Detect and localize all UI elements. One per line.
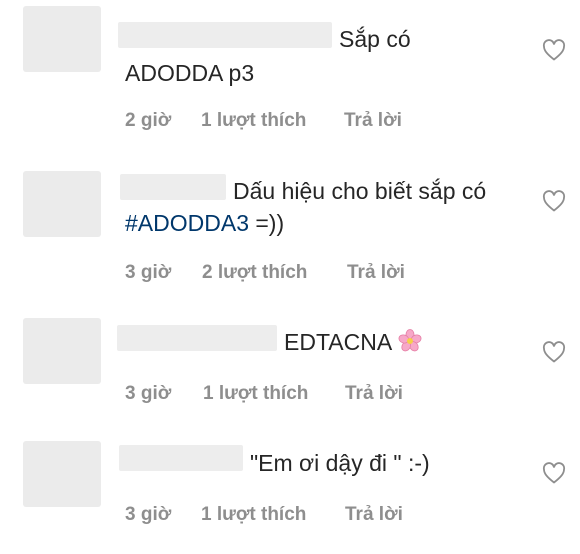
comment-text: EDTACNA: [284, 325, 422, 359]
flower-emoji: [398, 329, 422, 352]
like-count[interactable]: 2 lượt thích: [202, 262, 347, 284]
reply-button[interactable]: Trả lời: [344, 110, 402, 132]
heart-icon[interactable]: [542, 341, 566, 363]
hashtag-link[interactable]: #ADODDA3: [125, 210, 249, 236]
comment-text: #ADODDA3 =)): [125, 206, 284, 240]
comment-text: Sắp có: [339, 26, 411, 52]
comment-meta: 3 giờ 2 lượt thích Trả lời: [125, 262, 405, 284]
avatar[interactable]: [23, 171, 101, 237]
comment-meta: 3 giờ 1 lượt thích Trả lời: [125, 383, 403, 405]
comment-time[interactable]: 3 giờ: [125, 262, 202, 284]
comment-text-content: EDTACNA: [284, 329, 393, 355]
comment-meta: 2 giờ 1 lượt thích Trả lời: [125, 110, 402, 132]
reply-button[interactable]: Trả lời: [345, 504, 403, 526]
username-redacted[interactable]: [119, 445, 243, 471]
comment-text-rest: =)): [248, 210, 285, 236]
avatar[interactable]: [23, 318, 101, 384]
username-redacted[interactable]: [120, 174, 226, 200]
heart-icon[interactable]: [542, 39, 566, 61]
like-count[interactable]: 1 lượt thích: [201, 110, 344, 132]
comment-time[interactable]: 3 giờ: [125, 504, 201, 526]
comment-text: ADODDA p3: [125, 60, 255, 86]
username-redacted[interactable]: [117, 325, 277, 351]
reply-button[interactable]: Trả lời: [347, 262, 405, 284]
like-count[interactable]: 1 lượt thích: [201, 504, 345, 526]
avatar[interactable]: [23, 441, 101, 507]
username-redacted[interactable]: [118, 22, 332, 48]
like-count[interactable]: 1 lượt thích: [203, 383, 345, 405]
comment-text: Dấu hiệu cho biết sắp có: [233, 178, 487, 204]
comment-time[interactable]: 2 giờ: [125, 110, 201, 132]
comment-text: "Em ơi dậy đi " :-): [250, 450, 430, 476]
heart-icon[interactable]: [542, 462, 566, 484]
comment-meta: 3 giờ 1 lượt thích Trả lời: [125, 504, 403, 526]
heart-icon[interactable]: [542, 190, 566, 212]
reply-button[interactable]: Trả lời: [345, 383, 403, 405]
avatar[interactable]: [23, 6, 101, 72]
comment-time[interactable]: 3 giờ: [125, 383, 203, 405]
